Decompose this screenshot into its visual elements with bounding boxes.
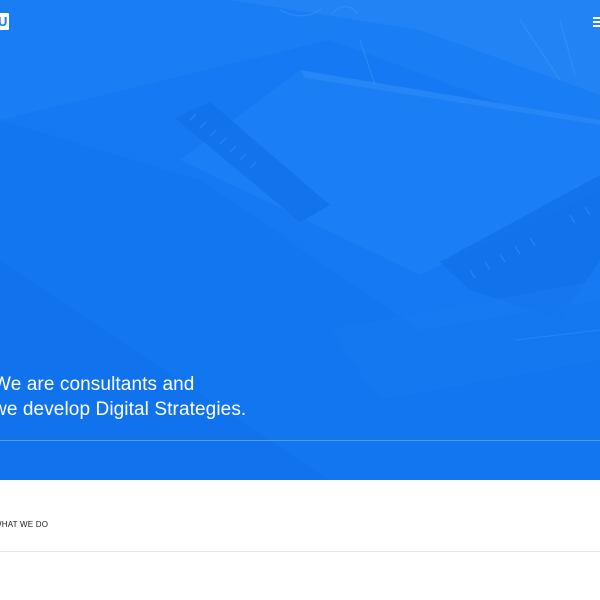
menu-bar [593,25,600,27]
hero-headline-line-1: We are consultants and [0,374,195,395]
section-divider [0,551,600,552]
menu-bar [593,17,600,19]
hero-divider [0,440,600,441]
menu-bar [593,21,600,23]
hero-headline-line-2: we develop Digital Strategies. [0,399,247,420]
page: U We are consultants and we develop Digi… [0,0,600,600]
hamburger-menu-icon[interactable] [593,17,600,27]
logo-letter: U [0,14,8,29]
hero-headline: We are consultants and we develop Digita… [0,372,246,422]
section-label-what-we-do: WHAT WE DO [0,520,49,529]
hero-section: U We are consultants and we develop Digi… [0,0,600,480]
site-logo[interactable]: U [0,13,9,30]
